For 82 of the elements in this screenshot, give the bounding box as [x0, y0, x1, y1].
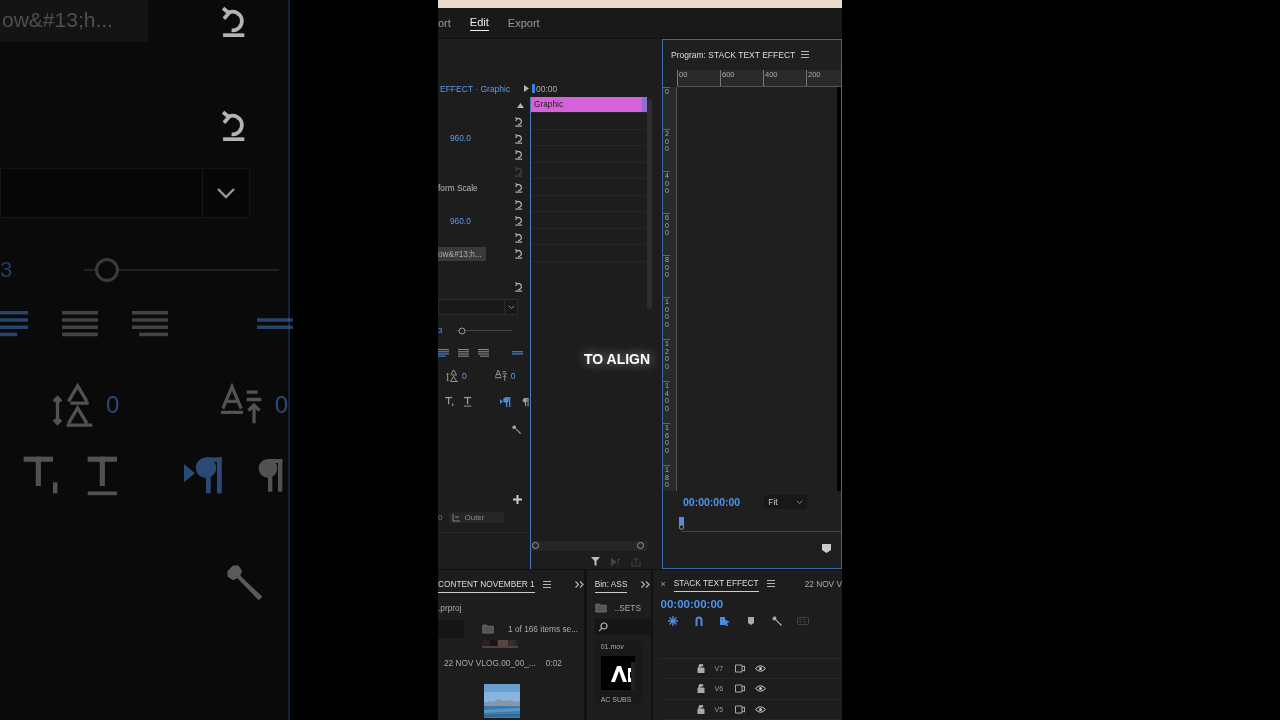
align-icon[interactable] — [458, 348, 469, 358]
clip-name[interactable]: 22 NOV VLOG.00_00_... — [444, 658, 536, 668]
align-icon[interactable] — [438, 348, 449, 358]
menu-icon[interactable] — [542, 580, 551, 588]
lock-icon[interactable] — [696, 663, 705, 673]
caret-up-icon[interactable] — [517, 102, 524, 108]
leading-icon[interactable] — [446, 369, 459, 383]
reset-icon[interactable] — [513, 149, 524, 161]
marker-icon[interactable] — [822, 543, 831, 553]
text-field[interactable]: ow&#13;h... — [438, 246, 486, 261]
panel-tab[interactable]: CONTENT NOVEMBER 1 — [438, 575, 535, 593]
folder-name[interactable]: ..SETS — [614, 603, 641, 613]
value-text[interactable]: 960.0 — [438, 215, 471, 226]
stroke-corner-icon — [452, 513, 461, 522]
dropdown[interactable]: Outer — [449, 512, 505, 524]
value-text[interactable]: 960.0 — [438, 133, 471, 144]
clip-bar[interactable]: Graphic — [531, 96, 647, 112]
film-icon[interactable] — [734, 704, 745, 714]
property-label: form Scale — [438, 182, 478, 193]
subscript-icon[interactable] — [444, 396, 455, 408]
linked-selection-icon[interactable] — [718, 614, 731, 627]
kerning-icon[interactable] — [494, 369, 508, 383]
timecode[interactable]: 00:00:00:00 — [683, 495, 741, 508]
underline-icon[interactable] — [463, 396, 474, 408]
workspace-tab[interactable]: ort — [438, 14, 451, 31]
workspace-tab[interactable]: Edit — [469, 14, 489, 32]
sequence-tab[interactable]: STACK TEXT EFFECT — [673, 575, 759, 592]
reset-icon[interactable] — [513, 198, 524, 210]
reset-icon[interactable] — [513, 281, 524, 293]
menu-icon[interactable] — [801, 51, 810, 59]
paragraph-icon[interactable] — [500, 395, 512, 408]
reset-icon[interactable] — [513, 215, 524, 227]
timecode[interactable]: 00:00:00:00 — [660, 598, 842, 611]
double-chevron-icon[interactable] — [574, 580, 584, 588]
panel-tab[interactable]: Bin: ASS — [594, 575, 628, 593]
filter-icon[interactable] — [591, 557, 601, 567]
sequence-tab[interactable]: 22 NOV V — [804, 578, 842, 589]
chevron-down-icon[interactable] — [795, 499, 803, 505]
chevron-down-icon[interactable] — [216, 187, 236, 199]
lock-icon[interactable] — [696, 704, 705, 714]
reset-icon[interactable] — [513, 182, 524, 194]
panel-title: Program: STACK TEXT EFFECT — [671, 49, 796, 60]
caption-text: TO ALIGN — [584, 351, 651, 367]
align-icon[interactable] — [512, 348, 523, 358]
project-file-name: .prproj — [438, 603, 462, 613]
panel-title: EFFECT · Graphic — [439, 83, 512, 94]
eye-icon[interactable] — [754, 705, 766, 713]
reset-icon[interactable] — [513, 248, 524, 260]
close-icon[interactable]: × — [660, 578, 666, 589]
double-chevron-icon[interactable] — [641, 580, 651, 588]
reset-icon[interactable] — [513, 132, 524, 144]
clip-duration: 0:02 — [545, 658, 562, 668]
film-icon[interactable] — [734, 663, 745, 673]
reset-icon[interactable] — [513, 116, 524, 128]
folder-icon[interactable] — [594, 603, 607, 613]
play-icon[interactable] — [523, 85, 529, 93]
value-text[interactable]: 3 — [438, 326, 456, 336]
value-text[interactable]: 0 — [462, 370, 467, 381]
snap-icon[interactable] — [666, 614, 679, 627]
playhead-icon[interactable] — [679, 516, 685, 530]
eye-icon[interactable] — [754, 664, 766, 672]
eye-icon[interactable] — [754, 685, 766, 693]
timecode: 00:00 — [536, 83, 558, 94]
menu-icon[interactable] — [766, 580, 775, 587]
reset-icon[interactable] — [513, 231, 524, 243]
slider-thumb[interactable] — [458, 327, 466, 335]
value-text[interactable]: 0 — [438, 513, 443, 523]
chevron-down-icon[interactable] — [507, 304, 515, 310]
film-icon[interactable] — [734, 684, 745, 694]
slider-thumb[interactable] — [95, 258, 120, 282]
zoom-dropdown[interactable]: Fit — [764, 494, 807, 509]
workspace-tab[interactable]: Export — [507, 14, 540, 31]
value-text[interactable]: 0 — [510, 370, 516, 381]
plus-icon[interactable] — [513, 494, 522, 504]
folder-icon[interactable] — [482, 624, 494, 634]
search-icon[interactable] — [597, 622, 608, 632]
item-count: 1 of 166 items se... — [508, 624, 579, 634]
align-icon[interactable] — [478, 348, 489, 358]
paragraph-icon[interactable] — [520, 396, 530, 407]
lock-icon[interactable] — [696, 684, 705, 694]
search-field[interactable] — [594, 619, 651, 635]
search-field[interactable] — [438, 620, 464, 638]
